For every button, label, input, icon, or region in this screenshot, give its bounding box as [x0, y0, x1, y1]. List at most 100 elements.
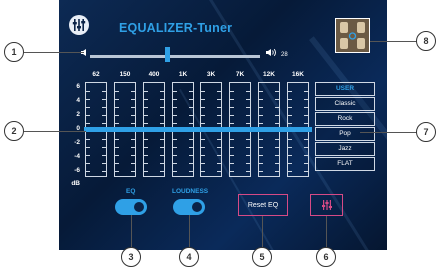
- band-tick: [275, 107, 279, 108]
- band-tick: [173, 147, 177, 148]
- band-tick: [288, 115, 292, 116]
- band-tick: [288, 107, 292, 108]
- eq-level-line: [84, 127, 312, 132]
- band-tick: [160, 115, 164, 116]
- band-tick: [189, 99, 193, 100]
- eq-toggle[interactable]: [115, 199, 147, 215]
- callout-5: 5: [252, 247, 272, 267]
- band-tick: [201, 147, 205, 148]
- band-tick: [115, 91, 119, 92]
- callout-leader: [24, 52, 84, 53]
- band-tick: [115, 155, 119, 156]
- band-tick: [189, 107, 193, 108]
- band-tick: [201, 163, 205, 164]
- equalizer-settings-button[interactable]: [310, 194, 343, 216]
- band-tick: [246, 155, 250, 156]
- band-tick: [259, 163, 263, 164]
- band-tick: [131, 139, 135, 140]
- band-tick: [246, 99, 250, 100]
- callout-3: 3: [121, 247, 141, 267]
- band-tick: [144, 139, 148, 140]
- band-tick: [102, 99, 106, 100]
- db-scale-label: 4: [76, 97, 80, 104]
- band-tick: [259, 115, 263, 116]
- band-tick: [102, 107, 106, 108]
- band-tick: [173, 91, 177, 92]
- band-tick: [275, 163, 279, 164]
- callout-leader: [189, 215, 190, 251]
- band-tick: [131, 147, 135, 148]
- band-tick: [86, 107, 90, 108]
- callout-leader: [24, 131, 86, 132]
- band-tick: [160, 123, 164, 124]
- speaker-position-thumbnail[interactable]: [335, 18, 370, 53]
- band-tick: [304, 99, 308, 100]
- band-tick: [86, 99, 90, 100]
- speaker-high-icon: [265, 48, 277, 59]
- band-tick: [230, 155, 234, 156]
- band-tick: [304, 107, 308, 108]
- band-tick: [160, 107, 164, 108]
- band-tick: [304, 163, 308, 164]
- band-tick: [189, 155, 193, 156]
- band-tick: [304, 115, 308, 116]
- band-tick: [275, 91, 279, 92]
- band-tick: [131, 163, 135, 164]
- band-tick: [86, 115, 90, 116]
- band-tick: [160, 155, 164, 156]
- band-tick: [201, 99, 205, 100]
- band-tick: [230, 163, 234, 164]
- band-tick: [86, 91, 90, 92]
- band-tick: [275, 99, 279, 100]
- preset-rock[interactable]: Rock: [315, 112, 375, 126]
- frequency-label: 1K: [178, 71, 188, 78]
- band-tick: [259, 155, 263, 156]
- band-tick: [288, 99, 292, 100]
- frequency-label: 150: [119, 71, 131, 78]
- band-tick: [131, 171, 135, 172]
- band-tick: [102, 139, 106, 140]
- frequency-label: 16K: [292, 71, 304, 78]
- band-tick: [160, 91, 164, 92]
- band-tick: [131, 99, 135, 100]
- band-tick: [288, 163, 292, 164]
- band-tick: [189, 123, 193, 124]
- band-tick: [304, 147, 308, 148]
- band-tick: [160, 171, 164, 172]
- band-tick: [288, 155, 292, 156]
- band-tick: [131, 155, 135, 156]
- preset-list: USER Classic Rock Pop Jazz FLAT: [315, 82, 375, 172]
- equalizer-sliders-icon: [321, 200, 332, 210]
- band-tick: [275, 123, 279, 124]
- band-tick: [288, 91, 292, 92]
- preset-pop[interactable]: Pop: [315, 127, 375, 141]
- reset-eq-button[interactable]: Reset EQ: [238, 194, 288, 216]
- volume-slider-handle[interactable]: [164, 47, 170, 62]
- band-tick: [275, 171, 279, 172]
- band-tick: [86, 147, 90, 148]
- preset-flat[interactable]: FLAT: [315, 157, 375, 171]
- band-tick: [102, 147, 106, 148]
- band-tick: [102, 155, 106, 156]
- band-tick: [115, 139, 119, 140]
- volume-slider-track[interactable]: [90, 55, 260, 58]
- preset-jazz[interactable]: Jazz: [315, 142, 375, 156]
- band-tick: [144, 171, 148, 172]
- band-tick: [230, 147, 234, 148]
- band-tick: [86, 171, 90, 172]
- band-tick: [173, 99, 177, 100]
- band-tick: [144, 99, 148, 100]
- loudness-toggle[interactable]: [173, 199, 205, 215]
- callout-4: 4: [179, 247, 199, 267]
- band-tick: [217, 139, 221, 140]
- band-tick: [115, 115, 119, 116]
- band-tick: [304, 123, 308, 124]
- band-tick: [115, 123, 119, 124]
- preset-user[interactable]: USER: [315, 82, 375, 96]
- band-tick: [230, 115, 234, 116]
- callout-1: 1: [4, 42, 24, 62]
- band-tick: [160, 163, 164, 164]
- band-tick: [217, 107, 221, 108]
- band-tick: [217, 171, 221, 172]
- preset-classic[interactable]: Classic: [315, 97, 375, 111]
